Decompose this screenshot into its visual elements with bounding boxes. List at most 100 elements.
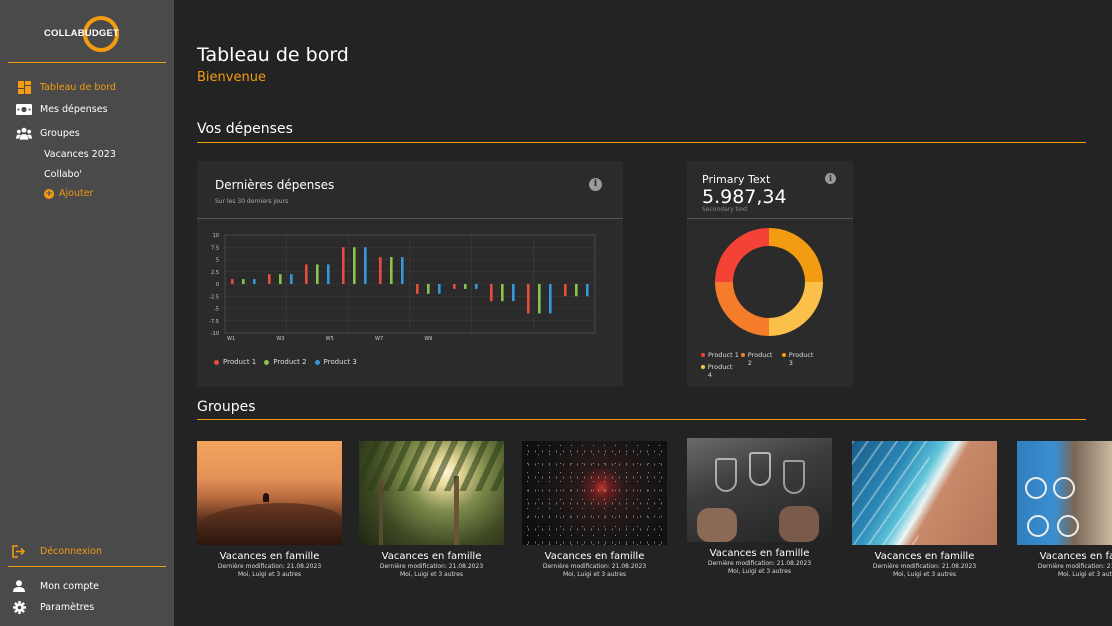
legend-label: Product 2 (747, 351, 773, 367)
logo[interactable]: COLLABUDGET (44, 16, 124, 52)
y-tick-label: 2.5 (211, 270, 219, 276)
y-tick-label: 7.5 (211, 245, 219, 251)
bar (279, 274, 282, 284)
legend-label: Product 4 (707, 363, 733, 379)
legend-dot (782, 353, 786, 357)
add-group-button[interactable]: + Ajouter (44, 188, 93, 199)
sidebar-divider (8, 566, 166, 567)
user-icon (12, 579, 26, 593)
group-name: Vacances en famille (381, 551, 482, 562)
bar-chart: 10 7.5 5 2.5 0 -2.5 -5 -7.5 -10 W1 W3 W5 W7 W9 (209, 233, 596, 342)
y-tick-label: -5 (214, 307, 219, 313)
legend-item: Product 1 (214, 358, 256, 366)
sidebar-item-expenses[interactable]: Mes dépenses (16, 102, 108, 116)
bar (564, 284, 567, 297)
group-card[interactable]: Vacances en familleDernière modification… (1017, 441, 1112, 578)
info-icon[interactable]: i (825, 173, 836, 184)
settings-button[interactable]: Paramètres (12, 600, 94, 614)
sidebar-item-label: Groupes (40, 127, 80, 139)
donut-chart (715, 228, 823, 336)
x-tick-label: W1 (227, 336, 235, 342)
group-modified: Dernière modification: 21.08.2023 (542, 563, 647, 570)
card-title: Dernières dépenses (215, 178, 335, 192)
group-members: Moi, Luigi et 3 autres (1057, 571, 1112, 578)
donut-slice (769, 228, 823, 282)
bar (512, 284, 515, 302)
bar (242, 279, 245, 284)
legend-label: Product 2 (273, 358, 307, 366)
bar (438, 284, 441, 294)
group-image (687, 438, 832, 542)
bar (268, 274, 271, 284)
group-members: Moi, Luigi et 3 autres (399, 571, 464, 578)
y-tick-label: 10 (213, 233, 219, 239)
page-subtitle: Bienvenue (197, 70, 266, 85)
sidebar-group-item[interactable]: Collabo' (44, 169, 82, 180)
primary-text: Primary Text (702, 173, 771, 186)
legend-label: Product 1 (223, 358, 257, 366)
bar (527, 284, 530, 314)
sidebar-item-dashboard[interactable]: Tableau de bord (16, 80, 116, 94)
group-name: Vacances en famille (1039, 551, 1112, 562)
group-members: Moi, Luigi et 3 autres (562, 571, 627, 578)
legend-item: Product 1 (701, 351, 739, 359)
legend-item: Product 2 (264, 358, 307, 366)
group-card[interactable]: Vacances en familleDernière modification… (197, 441, 342, 578)
bar (305, 264, 308, 284)
section-title-expenses: Vos dépenses (197, 121, 293, 137)
legend-item: Product 2 (741, 351, 777, 367)
bar (401, 257, 404, 284)
page-title: Tableau de bord (197, 44, 349, 66)
card-divider (687, 218, 853, 219)
logo-text: COLLABUDGET (44, 28, 120, 39)
legend-label: Product 3 (788, 351, 814, 367)
group-modified: Dernière modification: 21.08.2023 (217, 563, 322, 570)
y-tick-label: -7.5 (209, 319, 219, 325)
group-members: Moi, Luigi et 3 autres (237, 571, 302, 578)
info-icon[interactable]: i (589, 178, 602, 191)
legend-dot (741, 353, 745, 357)
group-card[interactable]: Vacances en familleDernière modification… (687, 438, 832, 575)
sidebar-item-groups[interactable]: Groupes (16, 126, 80, 140)
group-card[interactable]: Vacances en familleDernière modification… (852, 441, 997, 578)
sidebar: COLLABUDGET Tableau de bord Mes dépenses… (0, 0, 174, 626)
logout-button[interactable]: Déconnexion (12, 544, 102, 558)
y-tick-label: 5 (216, 258, 219, 264)
legend-label: Product 3 (323, 358, 357, 366)
x-tick-label: W3 (276, 336, 284, 342)
primary-value: 5.987,34 (702, 186, 787, 208)
dashboard-icon (16, 80, 32, 94)
sidebar-item-label: Tableau de bord (40, 81, 116, 93)
bar-chart-card: Dernières dépenses Sur les 30 derniers j… (197, 161, 623, 387)
group-image (197, 441, 342, 545)
legend-dot (701, 365, 705, 369)
bar (501, 284, 504, 302)
group-image (359, 441, 504, 545)
y-tick-label: -10 (211, 331, 219, 337)
bar (464, 284, 467, 289)
settings-label: Paramètres (40, 601, 95, 613)
group-members: Moi, Luigi et 3 autres (892, 571, 957, 578)
section-title-groups: Groupes (197, 399, 256, 415)
account-label: Mon compte (40, 580, 99, 592)
money-icon (16, 102, 32, 116)
group-card[interactable]: Vacances en familleDernière modification… (359, 441, 504, 578)
card-divider (197, 218, 623, 219)
group-name: Vacances en famille (219, 551, 320, 562)
donut-slice (715, 228, 769, 282)
bar (427, 284, 430, 294)
bar (490, 284, 493, 302)
group-name: Vacances en famille (874, 551, 975, 562)
group-modified: Dernière modification: 21.08.2023 (1037, 563, 1112, 570)
account-button[interactable]: Mon compte (12, 579, 99, 593)
x-tick-label: W5 (326, 336, 334, 342)
legend-item: Product 3 (314, 358, 357, 366)
sidebar-group-item[interactable]: Vacances 2023 (44, 149, 116, 160)
group-image (1017, 441, 1112, 545)
bar (364, 247, 367, 284)
bar (586, 284, 589, 297)
group-card[interactable]: Vacances en familleDernière modification… (522, 441, 667, 578)
bar (416, 284, 419, 294)
legend-dot (264, 359, 270, 365)
x-tick-label: W9 (424, 336, 432, 342)
